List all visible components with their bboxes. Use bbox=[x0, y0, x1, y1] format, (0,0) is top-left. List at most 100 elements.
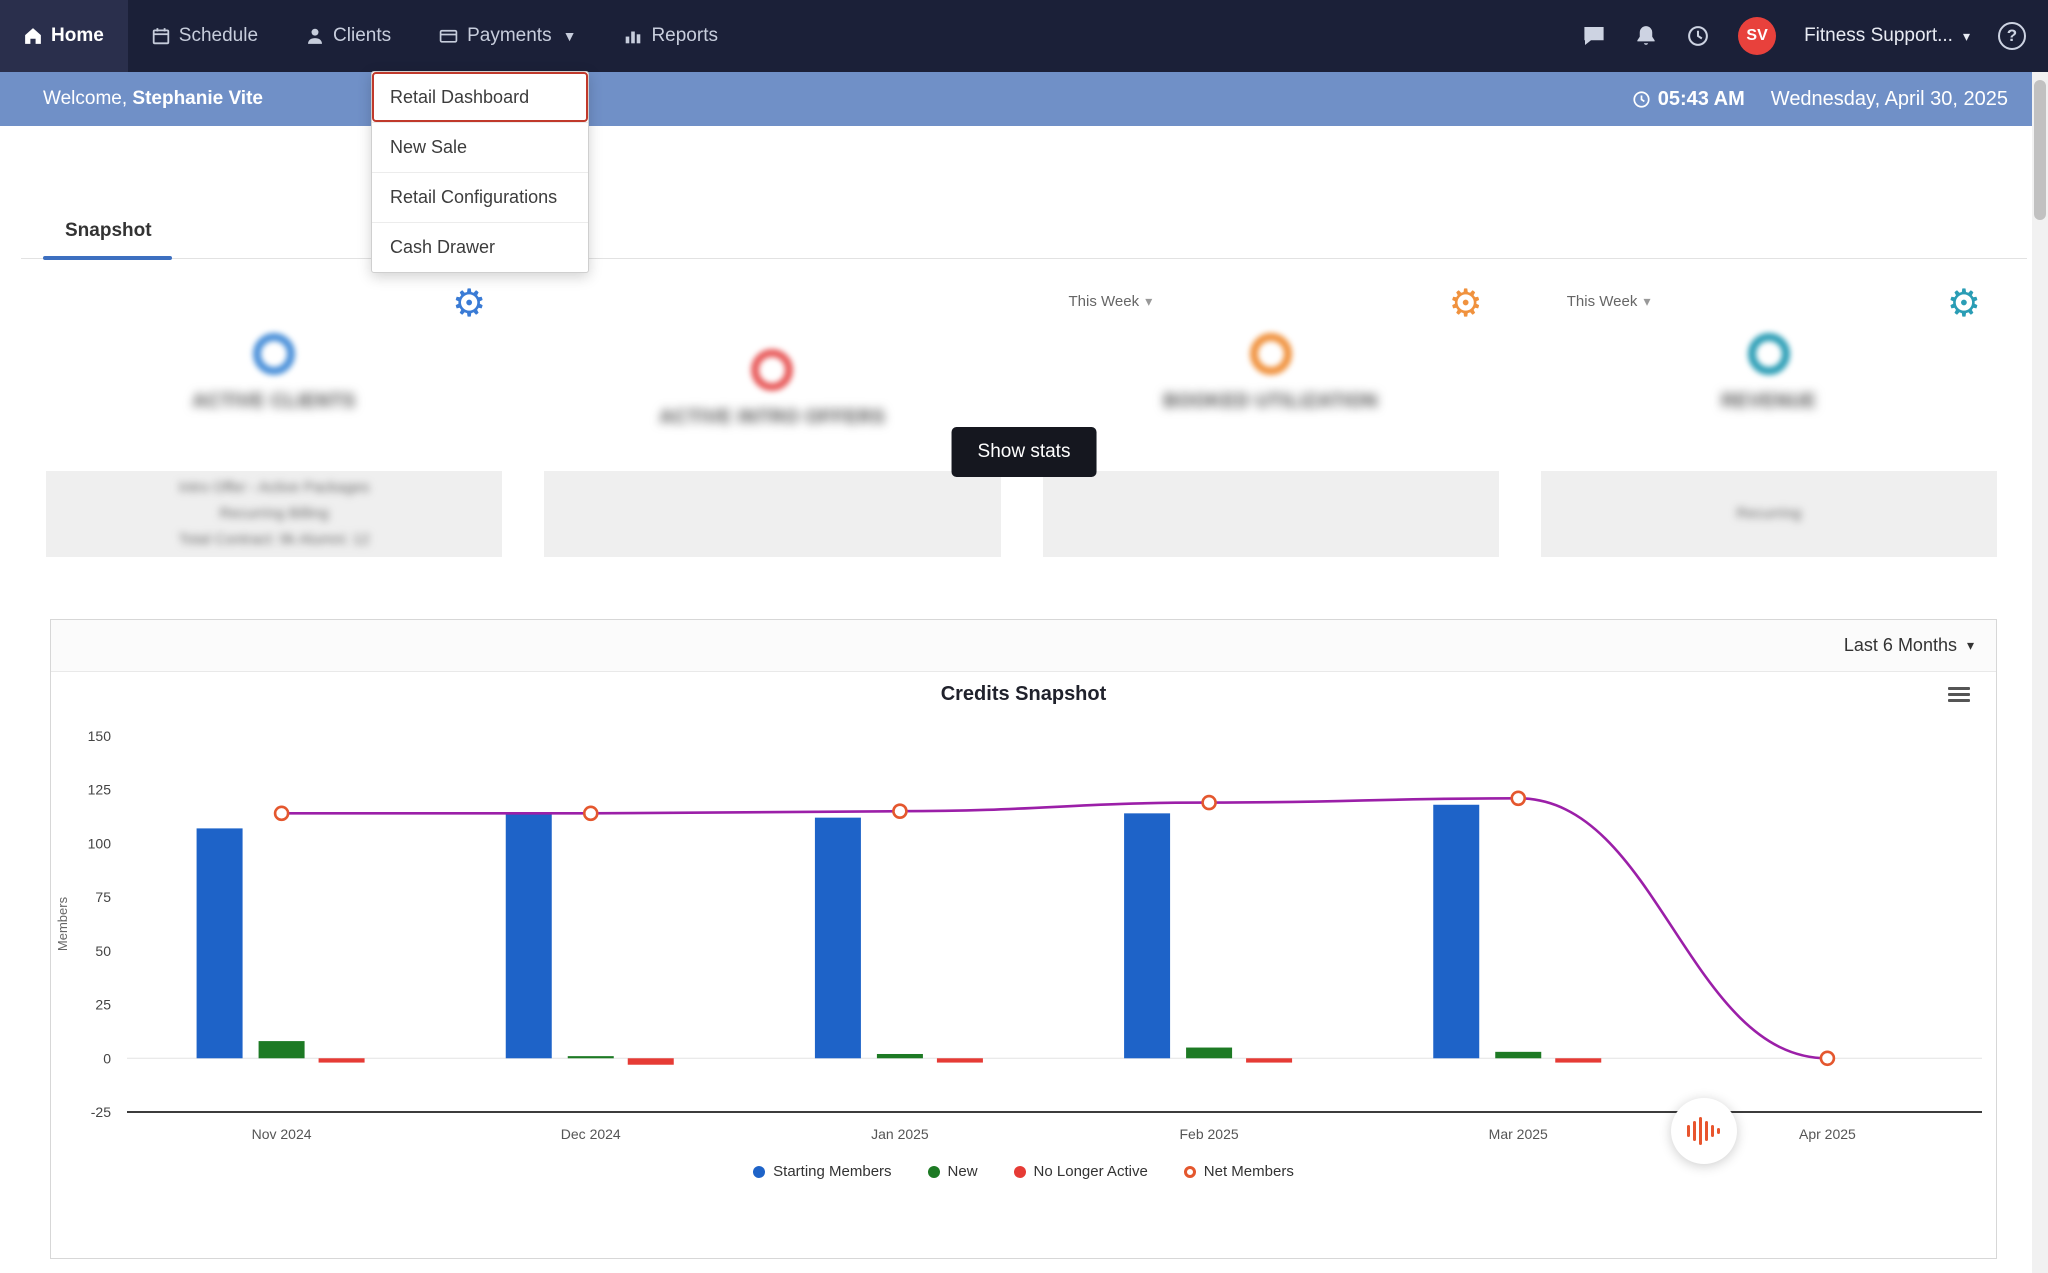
chevron-down-icon: ▾ bbox=[1967, 637, 1974, 654]
menu-item-new-sale[interactable]: New Sale bbox=[372, 122, 588, 172]
scrollbar-thumb[interactable] bbox=[2034, 80, 2046, 220]
tab-snapshot[interactable]: Snapshot bbox=[43, 220, 172, 258]
welcome-bar: Welcome, Stephanie Vite 05:43 AM Wednesd… bbox=[0, 72, 2048, 126]
payments-dropdown: Retail Dashboard New Sale Retail Configu… bbox=[371, 71, 589, 273]
help-icon[interactable]: ? bbox=[1998, 22, 2026, 50]
home-icon bbox=[24, 27, 42, 45]
account-menu[interactable]: Fitness Support... ▾ bbox=[1804, 25, 1970, 47]
card-revenue: This Week ▾ ⚙ REVENUE Recurring bbox=[1541, 275, 1997, 557]
chevron-down-icon: ▾ bbox=[1644, 293, 1651, 309]
menu-item-label: Retail Configurations bbox=[390, 187, 557, 208]
nav-right-tools: SV Fitness Support... ▾ ? bbox=[1582, 0, 2048, 72]
chevron-down-icon: ▼ bbox=[563, 28, 577, 44]
loading-ring-icon bbox=[253, 333, 295, 375]
nav-schedule[interactable]: Schedule bbox=[128, 0, 282, 72]
legend-label: Starting Members bbox=[773, 1163, 891, 1180]
chart-title: Credits Snapshot bbox=[941, 683, 1107, 706]
svg-text:Dec 2024: Dec 2024 bbox=[561, 1126, 621, 1142]
nav-clients[interactable]: Clients bbox=[282, 0, 415, 72]
svg-text:Apr 2025: Apr 2025 bbox=[1799, 1126, 1856, 1142]
welcome-text: Welcome, Stephanie Vite bbox=[43, 88, 263, 110]
loading-spinner bbox=[1671, 1098, 1737, 1164]
svg-text:-25: -25 bbox=[91, 1104, 111, 1120]
filter-label: This Week bbox=[1567, 293, 1638, 310]
card-details bbox=[1043, 471, 1499, 557]
card-range-filter[interactable]: This Week ▾ bbox=[1567, 293, 1651, 310]
top-nav: Home Schedule Clients Payments ▼ Reports bbox=[0, 0, 2048, 72]
person-icon bbox=[306, 27, 324, 45]
tab-bar: Snapshot bbox=[21, 126, 2027, 259]
card-title: REVENUE bbox=[1541, 391, 1997, 413]
loading-ring-icon bbox=[1250, 333, 1292, 375]
nav-clients-label: Clients bbox=[333, 25, 391, 47]
gear-icon[interactable]: ⚙ bbox=[452, 285, 486, 323]
calendar-icon bbox=[152, 27, 170, 45]
show-stats-button[interactable]: Show stats bbox=[952, 427, 1097, 477]
chevron-down-icon: ▾ bbox=[1145, 293, 1152, 309]
menu-item-retail-dashboard[interactable]: Retail Dashboard bbox=[372, 72, 588, 122]
chevron-down-icon: ▾ bbox=[1963, 28, 1970, 45]
range-selector[interactable]: Last 6 Months ▾ bbox=[1844, 635, 1974, 656]
legend-item[interactable]: Starting Members bbox=[753, 1163, 891, 1180]
legend-dot-icon bbox=[928, 1166, 940, 1178]
card-detail-line: Recurring bbox=[1736, 502, 1801, 526]
nav-payments-label: Payments bbox=[467, 25, 551, 47]
nav-schedule-label: Schedule bbox=[179, 25, 258, 47]
nav-home-label: Home bbox=[51, 25, 104, 47]
legend-item[interactable]: No Longer Active bbox=[1014, 1163, 1148, 1180]
svg-text:75: 75 bbox=[95, 889, 111, 905]
account-label: Fitness Support... bbox=[1804, 25, 1953, 47]
legend-item[interactable]: New bbox=[928, 1163, 978, 1180]
loading-ring-icon bbox=[751, 349, 793, 391]
chart-panel-header: Last 6 Months ▾ bbox=[51, 620, 1996, 672]
gear-icon[interactable]: ⚙ bbox=[1947, 285, 1981, 323]
legend-dot-icon bbox=[1014, 1166, 1026, 1178]
card-range-filter[interactable]: This Week ▾ bbox=[1069, 293, 1153, 310]
chart-legend: Starting Members New No Longer Active Net M… bbox=[51, 1163, 1996, 1180]
svg-text:0: 0 bbox=[103, 1050, 111, 1066]
avatar[interactable]: SV bbox=[1738, 17, 1776, 55]
card-detail-line: Intro Offer - Active Packages bbox=[179, 476, 370, 500]
bell-icon[interactable] bbox=[1634, 24, 1658, 48]
gear-icon[interactable]: ⚙ bbox=[1449, 285, 1483, 323]
stat-cards-row: ⚙ ACTIVE CLIENTS Intro Offer - Active Pa… bbox=[0, 259, 2048, 557]
scrollbar-track[interactable] bbox=[2032, 72, 2048, 1273]
bar-chart-icon bbox=[624, 27, 642, 45]
svg-text:Mar 2025: Mar 2025 bbox=[1489, 1126, 1548, 1142]
legend-item[interactable]: Net Members bbox=[1184, 1163, 1294, 1180]
svg-text:Jan 2025: Jan 2025 bbox=[871, 1126, 929, 1142]
svg-text:25: 25 bbox=[95, 997, 111, 1013]
svg-text:Nov 2024: Nov 2024 bbox=[252, 1126, 312, 1142]
legend-label: No Longer Active bbox=[1034, 1163, 1148, 1180]
chart-menu-icon[interactable] bbox=[1948, 684, 1970, 705]
loading-ring-icon bbox=[1748, 333, 1790, 375]
time-value: 05:43 AM bbox=[1658, 88, 1745, 111]
card-details: Recurring bbox=[1541, 471, 1997, 557]
card-icon bbox=[439, 27, 458, 45]
nav-reports[interactable]: Reports bbox=[600, 0, 742, 72]
nav-payments[interactable]: Payments ▼ bbox=[415, 0, 600, 72]
menu-item-cash-drawer[interactable]: Cash Drawer bbox=[372, 222, 588, 272]
card-booked-utilization: This Week ▾ ⚙ BOOKED UTILIZATION bbox=[1043, 275, 1499, 557]
nav-home[interactable]: Home bbox=[0, 0, 128, 72]
menu-item-label: Cash Drawer bbox=[390, 237, 495, 258]
card-active-intro-offers: ACTIVE INTRO OFFERS bbox=[544, 275, 1000, 557]
filter-label: This Week bbox=[1069, 293, 1140, 310]
legend-label: Net Members bbox=[1204, 1163, 1294, 1180]
card-title: ACTIVE INTRO OFFERS bbox=[544, 407, 1000, 429]
current-time: 05:43 AM bbox=[1632, 88, 1745, 111]
chart-title-row: Credits Snapshot bbox=[51, 672, 1996, 716]
svg-text:150: 150 bbox=[88, 728, 112, 744]
card-detail-line: Total Contract: 9k Alumni: 12 bbox=[179, 528, 370, 552]
credits-snapshot-chart: 1501251007550250-25Nov 2024Dec 2024Jan 2… bbox=[51, 716, 1996, 1161]
menu-item-retail-configurations[interactable]: Retail Configurations bbox=[372, 172, 588, 222]
welcome-prefix: Welcome, bbox=[43, 88, 127, 109]
legend-dot-icon bbox=[753, 1166, 765, 1178]
chat-icon[interactable] bbox=[1582, 24, 1606, 48]
card-active-clients: ⚙ ACTIVE CLIENTS Intro Offer - Active Pa… bbox=[46, 275, 502, 557]
svg-text:125: 125 bbox=[88, 782, 112, 798]
card-title: BOOKED UTILIZATION bbox=[1043, 391, 1499, 413]
clock-history-icon[interactable] bbox=[1686, 24, 1710, 48]
welcome-user-name: Stephanie Vite bbox=[132, 88, 263, 109]
nav-reports-label: Reports bbox=[651, 25, 718, 47]
